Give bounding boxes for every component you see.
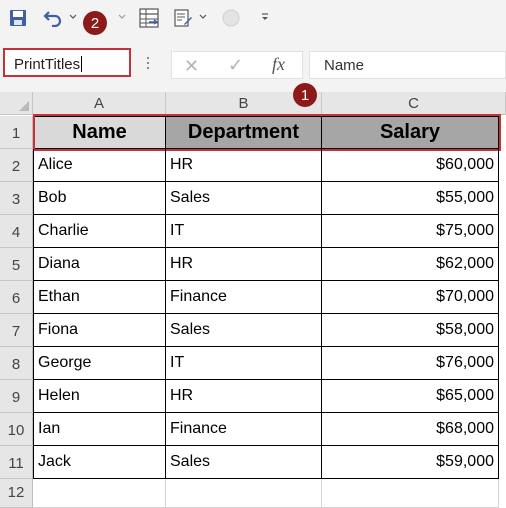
- empty-cell[interactable]: [322, 479, 499, 508]
- cell-name[interactable]: Helen: [33, 380, 166, 413]
- cell-name[interactable]: Jack: [33, 446, 166, 479]
- cell-salary[interactable]: $76,000: [322, 347, 499, 380]
- form-icon[interactable]: [172, 7, 194, 29]
- formula-buttons: ✕ ✓ fx: [171, 51, 303, 79]
- cell-department[interactable]: Sales: [166, 446, 322, 479]
- cell-salary[interactable]: $59,000: [322, 446, 499, 479]
- cell-department[interactable]: Sales: [166, 182, 322, 215]
- undo-icon[interactable]: [42, 7, 64, 29]
- column-header-c[interactable]: C: [322, 92, 506, 115]
- cell-salary[interactable]: $75,000: [322, 215, 499, 248]
- table-icon[interactable]: [138, 7, 160, 29]
- row-header-3[interactable]: 3: [0, 182, 33, 215]
- quick-access-toolbar: 2: [0, 0, 506, 38]
- empty-cell[interactable]: [33, 479, 166, 508]
- cell-department[interactable]: HR: [166, 248, 322, 281]
- worksheet-grid: A B C Name Department Salary 1 123456789…: [0, 83, 506, 508]
- row-header-4[interactable]: 4: [0, 215, 33, 248]
- row-header-8[interactable]: 8: [0, 347, 33, 380]
- row-header-9[interactable]: 9: [0, 380, 33, 413]
- step-badge-1: 1: [293, 83, 317, 107]
- cell-name[interactable]: Fiona: [33, 314, 166, 347]
- cell-department[interactable]: HR: [166, 149, 322, 182]
- cell-department[interactable]: Sales: [166, 314, 322, 347]
- empty-cell[interactable]: [166, 479, 322, 508]
- cell-name[interactable]: Ian: [33, 413, 166, 446]
- row-header-12[interactable]: 12: [0, 479, 33, 508]
- cell-name[interactable]: Bob: [33, 182, 166, 215]
- cell-name[interactable]: George: [33, 347, 166, 380]
- name-box-value: PrintTitles: [14, 56, 81, 73]
- form-dropdown-icon[interactable]: [198, 12, 208, 22]
- formula-bar-grip-icon[interactable]: [146, 57, 150, 71]
- circle-icon[interactable]: [221, 8, 241, 28]
- row-header-2[interactable]: 2: [0, 149, 33, 182]
- name-box[interactable]: PrintTitles: [3, 48, 131, 77]
- row-header-6[interactable]: 6: [0, 281, 33, 314]
- cell-salary[interactable]: $60,000: [322, 149, 499, 182]
- cell-name[interactable]: Alice: [33, 149, 166, 182]
- cell-department[interactable]: HR: [166, 380, 322, 413]
- customize-toolbar-icon[interactable]: [259, 12, 271, 22]
- cell-department[interactable]: IT: [166, 215, 322, 248]
- row-header-11[interactable]: 11: [0, 446, 33, 479]
- cell-salary[interactable]: $65,000: [322, 380, 499, 413]
- column-header-a[interactable]: A: [33, 92, 166, 115]
- cell-name[interactable]: Diana: [33, 248, 166, 281]
- save-icon[interactable]: [8, 8, 28, 28]
- cell-department[interactable]: IT: [166, 347, 322, 380]
- row-header-10[interactable]: 10: [0, 413, 33, 446]
- redo-dropdown-icon[interactable]: [117, 12, 127, 22]
- cell-department[interactable]: Finance: [166, 413, 322, 446]
- undo-dropdown-icon[interactable]: [68, 12, 78, 22]
- insert-function-icon[interactable]: fx: [272, 54, 285, 75]
- header-row-highlight: [33, 114, 501, 151]
- cell-salary[interactable]: $70,000: [322, 281, 499, 314]
- formula-input[interactable]: Name: [309, 51, 506, 79]
- cancel-icon[interactable]: ✕: [184, 56, 199, 77]
- row-header-1[interactable]: 1: [0, 116, 33, 149]
- enter-icon[interactable]: ✓: [228, 55, 243, 76]
- formula-bar-area: PrintTitles ✕ ✓ fx Name: [0, 38, 506, 92]
- cell-name[interactable]: Ethan: [33, 281, 166, 314]
- step-badge-2: 2: [83, 11, 107, 35]
- text-caret: [81, 56, 83, 72]
- select-all-corner[interactable]: [0, 92, 33, 115]
- cell-salary[interactable]: $68,000: [322, 413, 499, 446]
- row-header-5[interactable]: 5: [0, 248, 33, 281]
- cell-name[interactable]: Charlie: [33, 215, 166, 248]
- cell-department[interactable]: Finance: [166, 281, 322, 314]
- cell-salary[interactable]: $55,000: [322, 182, 499, 215]
- cell-salary[interactable]: $62,000: [322, 248, 499, 281]
- cell-salary[interactable]: $58,000: [322, 314, 499, 347]
- row-header-7[interactable]: 7: [0, 314, 33, 347]
